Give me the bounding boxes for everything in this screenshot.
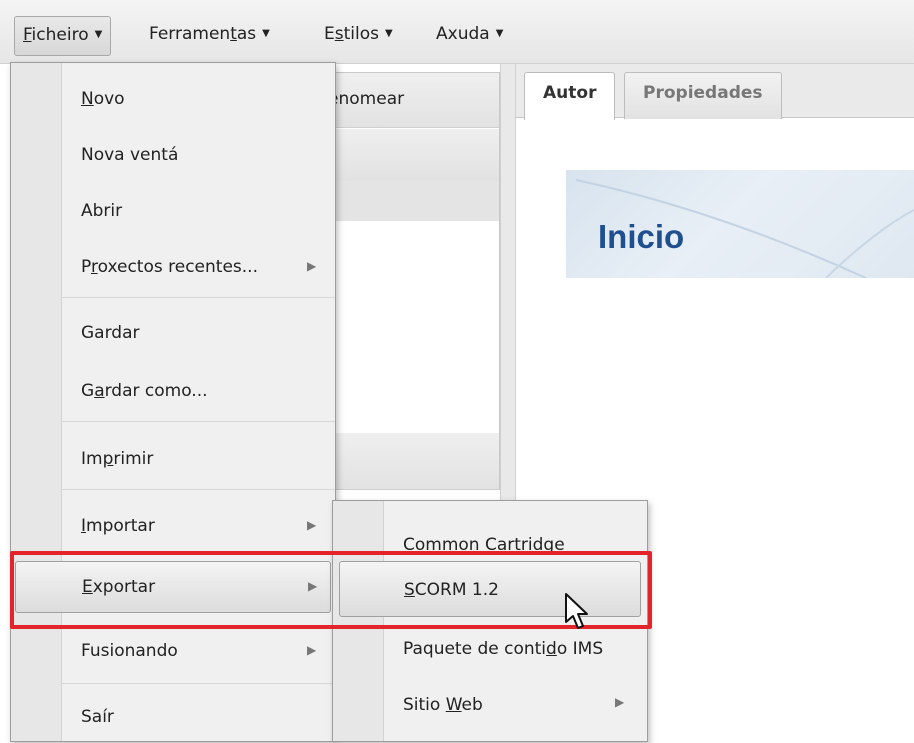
menu-item-gardar-como-label: Gardar como... (81, 381, 208, 401)
accel: W (445, 695, 462, 715)
menu-estilos[interactable]: Estilos ▼ (316, 16, 401, 54)
menu-item-novo-label: Novo (81, 89, 125, 109)
menu-axuda[interactable]: Axuda ▼ (428, 16, 511, 54)
accel: N (81, 89, 94, 109)
menu-ferramentas[interactable]: Ferramentas ▼ (141, 16, 278, 54)
menu-item-gardar-como[interactable]: Gardar como... (11, 365, 335, 417)
accel: r (90, 257, 98, 277)
label-rest: rdar como... (104, 381, 208, 401)
menu-item-abrir[interactable]: Abrir (11, 185, 335, 237)
menu-item-fusionando[interactable]: Fusionando ▶ (11, 625, 335, 677)
tab-propiedades[interactable]: Propiedades (624, 72, 782, 119)
menu-item-gardar-label: Gardar (81, 323, 140, 343)
menu-ficheiro-label: icheiro (31, 25, 89, 45)
label-rest: eb (461, 695, 483, 715)
menu-axuda-label: Axuda (436, 24, 490, 44)
label-pre: Im (81, 449, 103, 469)
menu-item-importar[interactable]: Importar ▶ (11, 499, 335, 553)
menu-item-sitio-web[interactable]: Sitio Web ▶ (333, 681, 647, 733)
menu-ferramentas-label: Ferramen (149, 24, 231, 44)
outline-header (321, 129, 499, 182)
menu-item-gardar[interactable]: Gardar (11, 307, 335, 359)
menu-separator (61, 421, 335, 422)
submenu-arrow-icon: ▶ (307, 643, 317, 657)
menu-estilos-accel: s (334, 24, 344, 44)
menu-separator (61, 683, 335, 684)
submenu-arrow-icon: ▶ (615, 695, 625, 709)
menu-item-importar-label: Importar (81, 516, 155, 536)
label-pre: Paquete de conti (403, 639, 547, 659)
menu-item-sair[interactable]: Saír (11, 691, 335, 743)
menu-item-proxectos-recentes[interactable]: Proxectos recentes... ▶ (11, 241, 335, 293)
label-pre: P (81, 257, 91, 277)
tab-strip: Autor Propiedades (516, 64, 914, 120)
accel: p (102, 449, 114, 469)
menu-separator (61, 297, 335, 298)
label-rest: ovo (93, 89, 125, 109)
page-banner: Inicio (566, 170, 914, 278)
page-title: Inicio (598, 218, 685, 255)
caret-down-icon: ▼ (495, 28, 504, 39)
outline-panel: Renomear (317, 72, 500, 490)
highlight-annotation-box (10, 551, 652, 629)
menu-ficheiro[interactable]: Ficheiro ▼ (14, 16, 112, 56)
submenu-arrow-icon: ▶ (307, 518, 317, 532)
menu-item-sair-label: Saír (81, 707, 114, 727)
menubar: Ficheiro ▼ Ferramentas ▼ Estilos ▼ Axuda ▼ (0, 0, 914, 64)
label-rest: oxectos recentes... (97, 257, 258, 277)
outline-toolbar: Renomear (317, 73, 499, 128)
submenu-arrow-icon: ▶ (307, 259, 317, 273)
menu-item-fusionando-label: Fusionando (81, 641, 178, 661)
accel: a (94, 381, 105, 401)
menu-estilos-label-rest: tilos (343, 24, 379, 44)
accel: d (546, 639, 557, 659)
menu-ferramentas-label-rest: as (236, 24, 257, 44)
menu-item-imprimir-label: Imprimir (81, 449, 153, 469)
menu-estilos-label: E (324, 24, 335, 44)
mouse-pointer-icon (565, 593, 588, 629)
menu-ferramentas-accel: t (230, 24, 237, 44)
menu-item-sitio-web-label: Sitio Web (403, 695, 483, 715)
menu-item-novo[interactable]: Novo (11, 73, 335, 125)
menu-separator (61, 489, 335, 490)
caret-down-icon: ▼ (262, 28, 270, 39)
tab-autor[interactable]: Autor (524, 72, 616, 120)
caret-down-icon: ▼ (384, 28, 393, 39)
caret-down-icon: ▼ (94, 29, 103, 40)
menu-item-abrir-label: Abrir (81, 201, 123, 221)
label-rest: rimir (113, 449, 154, 469)
outline-selected-node[interactable] (321, 181, 499, 221)
label-pre: Sitio (403, 695, 446, 715)
label-rest: o IMS (556, 639, 604, 659)
file-menu: Novo Nova ventá Abrir Proxectos recentes… (10, 62, 336, 742)
outline-footer (321, 433, 499, 490)
menu-item-nova-venta-label: Nova ventá (81, 145, 179, 165)
label-pre: G (81, 381, 95, 401)
menu-item-proxectos-recentes-label: Proxectos recentes... (81, 257, 258, 277)
menu-item-paquete-ims-label: Paquete de contido IMS (403, 639, 603, 659)
menu-ficheiro-accel: F (23, 25, 32, 45)
menu-item-nova-venta[interactable]: Nova ventá (11, 129, 335, 181)
menu-item-imprimir[interactable]: Imprimir (11, 433, 335, 485)
label-rest: mportar (86, 516, 155, 536)
